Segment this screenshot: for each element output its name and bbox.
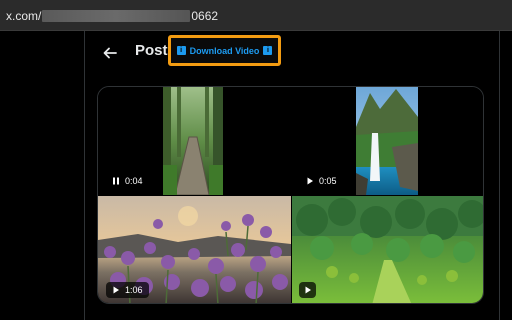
info-icon: i xyxy=(263,46,273,55)
video-thumbnail-green-garden[interactable] xyxy=(292,196,483,303)
forest-path-image xyxy=(163,87,223,195)
url-text[interactable]: x.com/ 0662 xyxy=(6,7,218,25)
video-thumbnail-purple-flowers[interactable]: 1:06 xyxy=(98,196,291,303)
post-header: Post i Download Video i xyxy=(85,31,499,75)
video-duration-badge: 0:05 xyxy=(300,173,343,189)
duration-text: 0:04 xyxy=(125,176,143,186)
download-video-button[interactable]: i Download Video i xyxy=(168,35,281,66)
url-redacted-segment xyxy=(42,10,191,22)
video-thumbnail-waterfall[interactable]: 0:05 xyxy=(292,87,483,195)
video-thumbnail-forest-path[interactable]: 0:04 xyxy=(98,87,291,195)
download-video-label: Download Video xyxy=(189,45,260,56)
duration-text: 1:06 xyxy=(125,285,143,295)
video-duration-badge: 0:04 xyxy=(106,173,149,189)
duration-text: 0:05 xyxy=(319,176,337,186)
arrow-left-icon xyxy=(103,47,117,59)
url-suffix: 0662 xyxy=(191,9,219,23)
browser-address-bar[interactable]: x.com/ 0662 xyxy=(0,0,512,31)
url-prefix: x.com/ xyxy=(6,9,42,23)
video-duration-badge: 1:06 xyxy=(106,282,149,298)
info-icon: i xyxy=(176,46,186,55)
play-icon xyxy=(307,177,313,185)
page-title: Post xyxy=(135,42,168,59)
video-play-badge xyxy=(299,282,316,298)
media-grid: 0:04 0:05 1:06 xyxy=(97,86,484,304)
back-button[interactable] xyxy=(94,37,126,69)
play-icon xyxy=(113,286,119,294)
waterfall-image xyxy=(356,87,418,195)
play-icon xyxy=(305,286,311,294)
pause-icon xyxy=(113,177,119,185)
green-garden-image xyxy=(292,196,483,303)
column-divider-right xyxy=(499,31,500,320)
